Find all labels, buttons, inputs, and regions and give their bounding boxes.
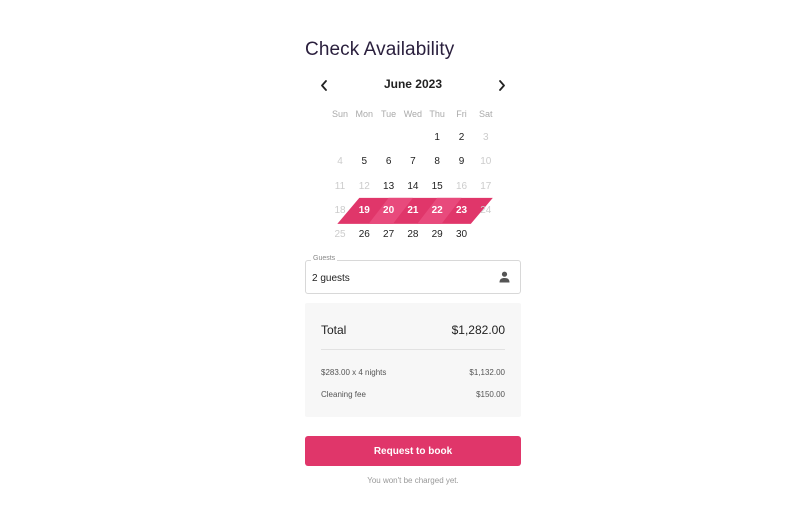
day-3: 3 [483, 132, 489, 143]
weekday-sun: Sun [331, 109, 348, 119]
guests-field[interactable]: Guests 2 guests [305, 255, 521, 294]
page-title: Check Availability [305, 39, 455, 60]
day-15[interactable]: 15 [425, 177, 449, 197]
total-label: Total [321, 323, 347, 337]
person-icon [499, 271, 510, 283]
day-27[interactable]: 27 [377, 225, 401, 245]
day-24: 24 [480, 204, 492, 216]
day-9[interactable]: 9 [450, 152, 474, 172]
calendar-header: June 2023 [305, 74, 521, 96]
day-17: 17 [480, 180, 492, 192]
weekday-wed: Wed [403, 109, 423, 119]
next-month-button[interactable] [492, 74, 512, 96]
guests-label: Guests [311, 255, 338, 262]
month-label: June 2023 [383, 77, 443, 91]
day-11: 11 [334, 180, 346, 192]
weekday-sat: Sat [479, 109, 493, 119]
day-14[interactable]: 14 [401, 177, 425, 197]
nightly-rate-value: $1,132.00 [469, 368, 505, 377]
day-12: 12 [358, 180, 370, 192]
day-23[interactable]: 23 [450, 201, 474, 221]
day-25: 25 [334, 229, 346, 241]
day-19[interactable]: 19 [352, 201, 376, 221]
no-charge-note: You won't be charged yet. [367, 476, 459, 485]
day-29[interactable]: 29 [425, 225, 449, 245]
guests-value: 2 guests [312, 273, 350, 284]
cleaning-fee-label: Cleaning fee [321, 390, 366, 399]
day-20[interactable]: 20 [377, 201, 401, 221]
day-26[interactable]: 26 [352, 225, 376, 245]
day-18: 18 [334, 204, 346, 216]
request-to-book-button[interactable]: Request to book [305, 436, 521, 466]
day-28[interactable]: 28 [401, 225, 425, 245]
weekday-fri: Fri [456, 109, 467, 119]
day-22[interactable]: 22 [425, 201, 449, 221]
day-7[interactable]: 7 [401, 152, 425, 172]
day-30[interactable]: 30 [450, 225, 474, 245]
day-5[interactable]: 5 [352, 152, 376, 172]
total-value: $1,282.00 [451, 323, 505, 337]
day-10: 10 [480, 156, 492, 168]
day-1[interactable]: 1 [425, 128, 449, 148]
weekday-tue: Tue [381, 109, 397, 119]
weekday-row: Sun Mon Tue Wed Thu Fri Sat [328, 109, 500, 129]
day-6[interactable]: 6 [377, 152, 401, 172]
weekday-mon: Mon [355, 109, 374, 119]
price-summary: Total $1,282.00 $283.00 x 4 nights $1,13… [305, 303, 521, 417]
day-2[interactable]: 2 [450, 128, 474, 148]
day-16: 16 [455, 180, 468, 192]
day-4: 4 [337, 156, 343, 168]
day-13[interactable]: 13 [377, 177, 401, 197]
chevron-right-icon [499, 79, 505, 91]
cleaning-fee-value: $150.00 [476, 390, 505, 399]
weekday-thu: Thu [429, 109, 445, 119]
summary-divider [321, 349, 505, 350]
nightly-rate-label: $283.00 x 4 nights [321, 368, 387, 377]
day-21[interactable]: 21 [401, 201, 425, 221]
day-8[interactable]: 8 [425, 152, 449, 172]
